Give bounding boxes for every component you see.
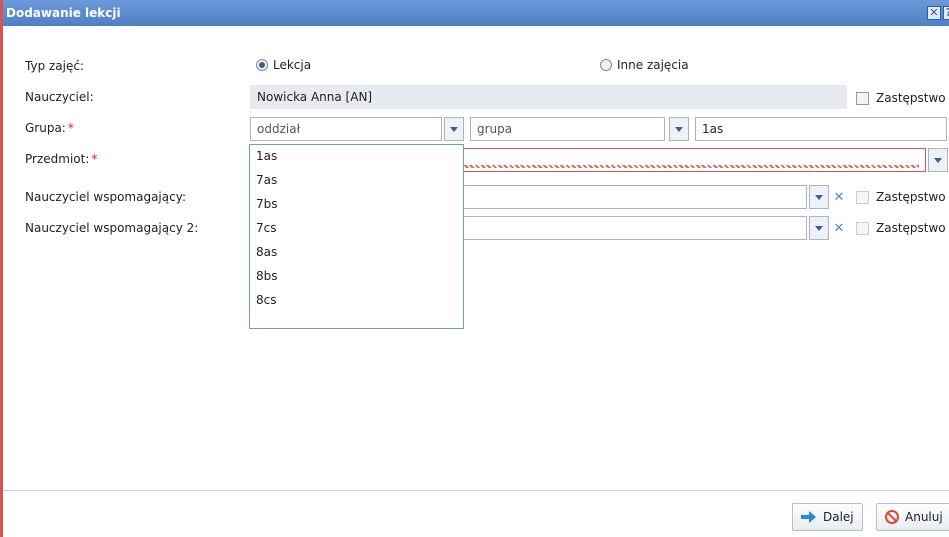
wspomagajacy-dropdown-button[interactable] <box>809 185 829 209</box>
wspomagajacy-label: Nauczyciel wspomagający: <box>25 190 186 204</box>
dialog-window: Dodawanie lekcji ✕ ? Typ zajęć: Lekcja I… <box>0 0 949 537</box>
nauczyciel-value: Nowicka Anna [AN] <box>257 90 373 104</box>
wspomagajacy2-label: Nauczyciel wspomagający 2: <box>25 221 199 235</box>
chevron-down-icon <box>675 126 683 132</box>
przedmiot-label-text: Przedmiot: <box>25 152 90 166</box>
chevron-down-icon <box>934 157 942 163</box>
grupa-select[interactable]: grupa <box>470 117 665 141</box>
help-icon[interactable]: ? <box>943 6 949 20</box>
oddzial-dropdown-button[interactable] <box>444 117 464 141</box>
arrow-right-icon <box>801 511 817 523</box>
next-button[interactable]: Dalej <box>792 503 863 531</box>
next-button-label: Dalej <box>823 510 854 524</box>
cancel-button[interactable]: Anuluj <box>876 503 949 531</box>
oddzial-placeholder: oddział <box>257 122 300 136</box>
clear-x-icon[interactable]: ✕ <box>830 216 848 240</box>
required-mark: * <box>67 121 74 135</box>
chevron-down-icon <box>815 225 823 231</box>
radio-lekcja-label: Lekcja <box>273 58 312 72</box>
dropdown-option[interactable]: 1as <box>250 145 463 169</box>
radio-inne-zajecia[interactable]: Inne zajęcia <box>600 58 689 72</box>
radio-lekcja[interactable]: Lekcja <box>256 58 311 72</box>
zastepstwo-checkbox-box-3[interactable] <box>856 221 869 235</box>
dialog-titlebar: Dodawanie lekcji <box>3 0 949 26</box>
chevron-down-icon <box>815 194 823 200</box>
zastepstwo-checkbox-2[interactable]: Zastępstwo <box>856 190 946 204</box>
zastepstwo-checkbox-1[interactable]: Zastępstwo <box>856 91 946 105</box>
typ-zajec-label: Typ zajęć: <box>25 59 85 73</box>
dropdown-option[interactable]: 8bs <box>250 265 463 289</box>
cancel-button-label: Anuluj <box>905 510 943 524</box>
cancel-icon <box>885 510 899 524</box>
nauczyciel-label: Nauczyciel: <box>25 90 94 104</box>
zastepstwo-label-3: Zastępstwo <box>876 221 946 235</box>
dropdown-option[interactable]: 7cs <box>250 217 463 241</box>
grupa-label-text: Grupa: <box>25 121 66 135</box>
przedmiot-label: Przedmiot: * <box>25 152 97 166</box>
radio-inne-label: Inne zajęcia <box>617 58 689 72</box>
footer-divider <box>3 490 949 491</box>
zastepstwo-checkbox-box-1[interactable] <box>856 91 869 105</box>
dialog-title: Dodawanie lekcji <box>6 6 121 20</box>
zastepstwo-checkbox-3[interactable]: Zastępstwo <box>856 221 946 235</box>
clear-x-icon[interactable]: ✕ <box>830 185 848 209</box>
grupa-dropdown-button[interactable] <box>669 117 689 141</box>
dropdown-option[interactable]: 8cs <box>250 289 463 313</box>
zastepstwo-label-2: Zastępstwo <box>876 190 946 204</box>
oddzial-dropdown-list: 1as 7as 7bs 7cs 8as 8bs 8cs <box>249 144 464 329</box>
grupa-value-field[interactable]: 1as <box>695 117 947 141</box>
grupa-value: 1as <box>702 122 724 136</box>
grupa-placeholder: grupa <box>477 122 513 136</box>
zastepstwo-label-1: Zastępstwo <box>876 91 946 105</box>
wspomagajacy2-dropdown-button[interactable] <box>809 216 829 240</box>
radio-inne-dot[interactable] <box>600 59 612 71</box>
dropdown-option[interactable]: 8as <box>250 241 463 265</box>
dropdown-option[interactable]: 7bs <box>250 193 463 217</box>
required-mark: * <box>91 152 98 166</box>
dropdown-option[interactable]: 7as <box>250 169 463 193</box>
nauczyciel-field: Nowicka Anna [AN] <box>250 85 847 109</box>
zastepstwo-checkbox-box-2[interactable] <box>856 190 869 204</box>
przedmiot-dropdown-button[interactable] <box>928 148 948 172</box>
close-icon[interactable]: ✕ <box>927 6 941 20</box>
chevron-down-icon <box>450 126 458 132</box>
radio-lekcja-dot[interactable] <box>256 59 268 71</box>
grupa-label: Grupa: * <box>25 121 74 135</box>
oddzial-select[interactable]: oddział <box>250 117 442 141</box>
